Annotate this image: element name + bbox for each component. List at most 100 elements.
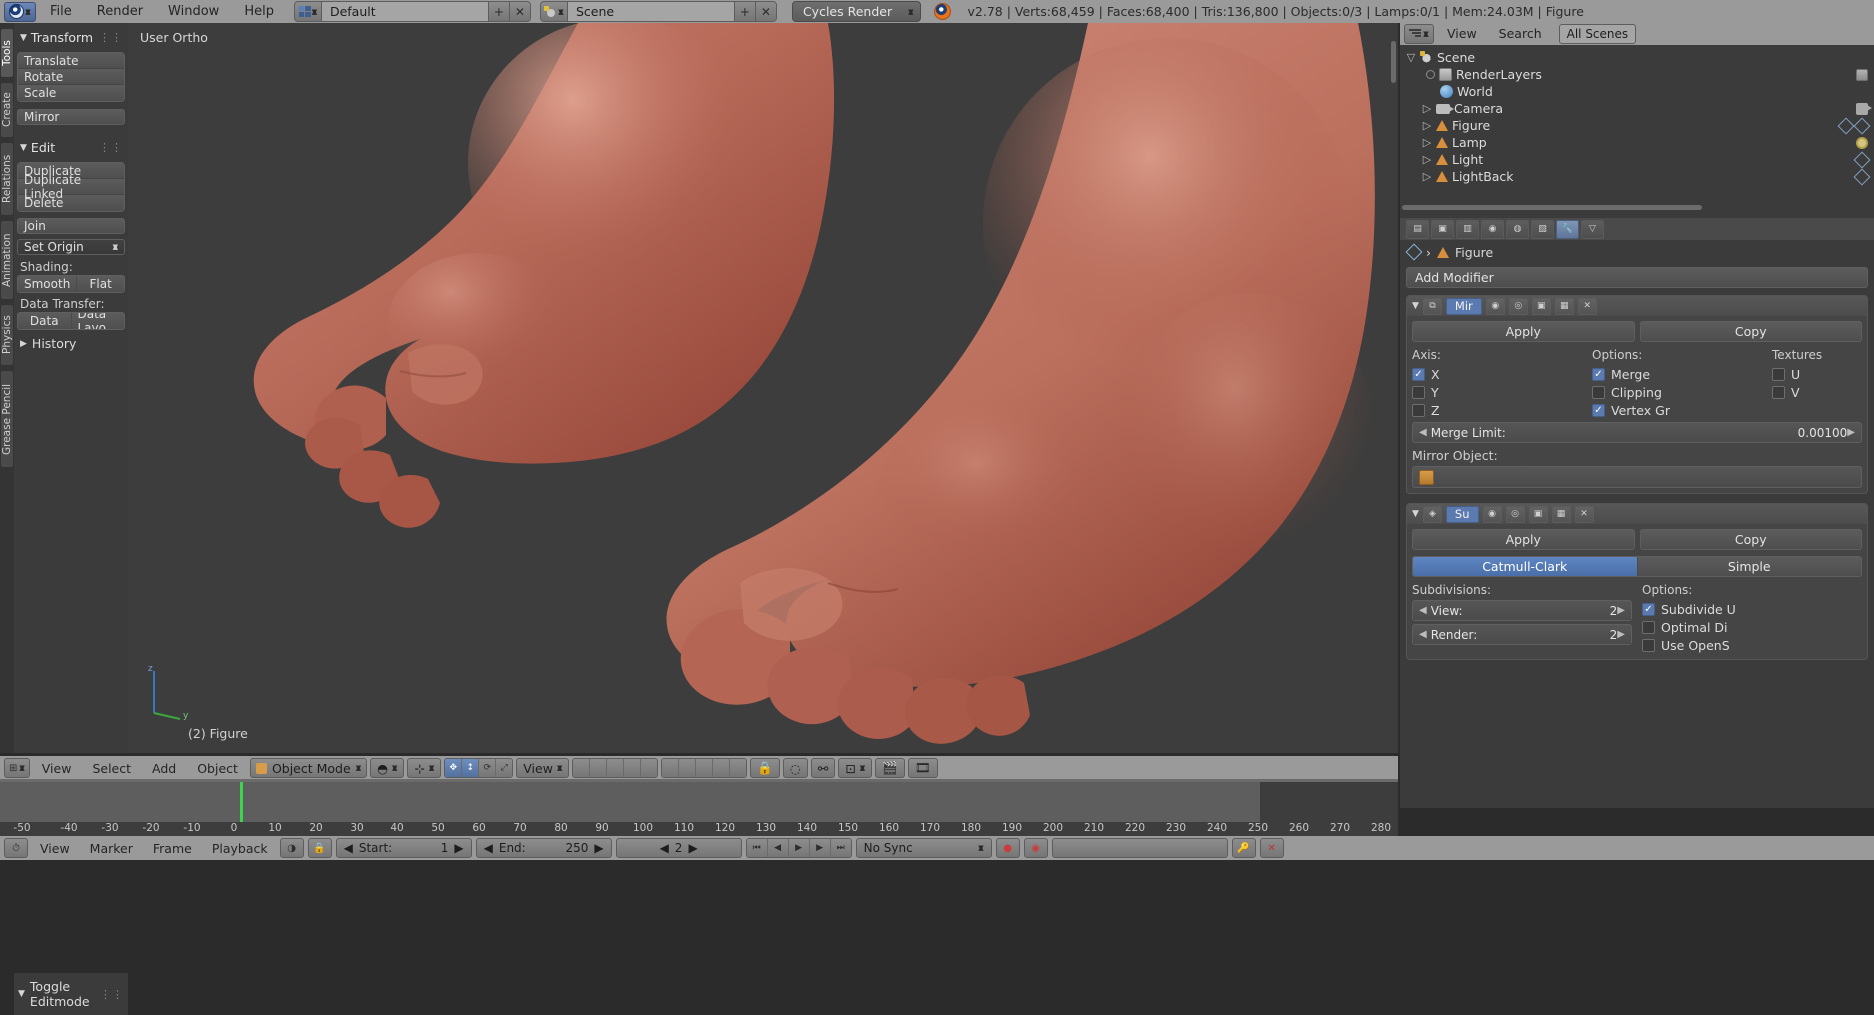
editor-type-icon[interactable]: ⏱ bbox=[4, 838, 28, 858]
translate-button[interactable]: Translate bbox=[18, 53, 124, 69]
timeline-menu-frame[interactable]: Frame bbox=[145, 841, 200, 856]
chevron-left-icon[interactable]: ◀ bbox=[1419, 427, 1427, 438]
scene-name-field[interactable]: Scene bbox=[567, 2, 735, 21]
outliner-scrollbar[interactable] bbox=[1402, 205, 1702, 210]
viewport-menu-select[interactable]: Select bbox=[83, 761, 140, 776]
axis-z-row[interactable]: Z bbox=[1412, 401, 1582, 419]
expander-icon[interactable]: ▷ bbox=[1422, 170, 1432, 183]
option-merge-row[interactable]: ✓ Merge bbox=[1592, 365, 1762, 383]
next-frame-icon[interactable]: ▶ bbox=[808, 839, 830, 857]
outliner-display-mode[interactable]: All Scenes bbox=[1558, 24, 1637, 44]
modifier-name-field[interactable]: Mir bbox=[1445, 297, 1482, 315]
timeline-scrollbar[interactable] bbox=[0, 779, 1398, 782]
layout-icon[interactable]: ▲ ▼ bbox=[294, 2, 322, 21]
merge-limit-field[interactable]: ◀ Merge Limit: 0.00100 ▶ bbox=[1412, 422, 1862, 443]
transform-panel-header[interactable]: ▼ Transform ⋮⋮ bbox=[17, 27, 125, 49]
scale-manipulator-icon[interactable]: ⤢ bbox=[495, 759, 513, 777]
outliner-row-lamp[interactable]: ▷ Lamp bbox=[1404, 134, 1874, 151]
current-frame-field[interactable]: ◀ 2 ▶ bbox=[615, 838, 742, 858]
chevron-left-icon[interactable]: ◀ bbox=[344, 841, 353, 855]
chevron-left-icon[interactable]: ◀ bbox=[1419, 605, 1427, 616]
join-button[interactable]: Join bbox=[17, 218, 125, 234]
checkbox-icon[interactable]: ✓ bbox=[1592, 367, 1605, 381]
screen-layout-selector[interactable]: ▲ ▼ Default + ✕ bbox=[293, 1, 531, 22]
outliner-row-camera[interactable]: ▷ Camera bbox=[1404, 100, 1874, 117]
mirror-apply-button[interactable]: Apply bbox=[1412, 321, 1635, 342]
tab-render-layers[interactable]: ▥ bbox=[1456, 219, 1479, 239]
chevron-down-icon[interactable]: ▼ bbox=[1412, 509, 1419, 519]
outliner-row-figure[interactable]: ▷ Figure bbox=[1404, 117, 1874, 134]
timeline-menu-view[interactable]: View bbox=[32, 841, 78, 856]
menu-help[interactable]: Help bbox=[233, 0, 285, 23]
rotate-button[interactable]: Rotate bbox=[18, 69, 124, 85]
option-use-opensubdiv-row[interactable]: Use OpenS bbox=[1642, 636, 1862, 654]
toggle-dot-icon[interactable] bbox=[1426, 70, 1435, 79]
chevron-left-icon[interactable]: ◀ bbox=[1419, 629, 1427, 640]
outliner-row-lightback[interactable]: ▷ LightBack bbox=[1404, 168, 1874, 185]
data-button[interactable]: Data bbox=[18, 313, 71, 329]
show-on-cage-icon[interactable]: ▦ bbox=[1551, 505, 1571, 523]
show-in-editmode-icon[interactable]: ▣ bbox=[1528, 505, 1548, 523]
tab-create[interactable]: Create bbox=[1, 83, 13, 137]
add-modifier-button[interactable]: Add Modifier bbox=[1406, 267, 1868, 288]
layer-4[interactable] bbox=[623, 759, 641, 777]
chevron-right-icon[interactable]: ▶ bbox=[454, 841, 463, 855]
chevron-right-icon[interactable]: ▶ bbox=[1847, 427, 1855, 438]
layer-6[interactable] bbox=[662, 759, 679, 777]
shade-smooth-button[interactable]: Smooth bbox=[18, 276, 77, 292]
translate-manipulator-icon[interactable]: ↕ bbox=[461, 759, 479, 777]
menu-file[interactable]: File bbox=[39, 0, 83, 23]
checkbox-icon[interactable] bbox=[1642, 638, 1655, 652]
scale-button[interactable]: Scale bbox=[18, 85, 124, 101]
simple-button[interactable]: Simple bbox=[1636, 557, 1861, 576]
data-layout-button[interactable]: Data Layo bbox=[70, 313, 124, 329]
record-keyframes-icon[interactable]: ● bbox=[995, 838, 1020, 858]
auto-keying-icon[interactable]: ◉ bbox=[1023, 838, 1048, 858]
layer-3[interactable] bbox=[606, 759, 624, 777]
snap-target-selector[interactable]: ⊡ ▲ ▼ bbox=[838, 758, 873, 778]
checkbox-icon[interactable] bbox=[1642, 620, 1655, 634]
layer-10[interactable] bbox=[729, 759, 747, 777]
rotate-manipulator-icon[interactable]: ⟳ bbox=[478, 759, 496, 777]
layer-8[interactable] bbox=[695, 759, 713, 777]
tab-modifiers[interactable]: 🔧 bbox=[1556, 219, 1579, 239]
tab-relations[interactable]: Relations bbox=[1, 143, 13, 215]
expander-icon[interactable]: ▽ bbox=[1406, 51, 1416, 64]
jump-end-icon[interactable]: ⏭ bbox=[829, 839, 851, 857]
end-frame-field[interactable]: ◀ End: 250 ▶ bbox=[475, 838, 612, 858]
layout-delete-button[interactable]: ✕ bbox=[509, 2, 530, 21]
viewport-scrollbar[interactable] bbox=[1391, 41, 1396, 83]
lock-scene-icon[interactable]: 🔒 bbox=[750, 758, 780, 778]
expander-icon[interactable]: ▷ bbox=[1422, 136, 1432, 149]
show-in-viewport-icon[interactable]: ◎ bbox=[1508, 297, 1528, 315]
expander-icon[interactable]: ▷ bbox=[1422, 102, 1432, 115]
layer-1[interactable] bbox=[573, 759, 590, 777]
layout-add-button[interactable]: + bbox=[488, 2, 510, 21]
show-in-editmode-icon[interactable]: ▣ bbox=[1531, 297, 1551, 315]
checkbox-icon[interactable] bbox=[1412, 385, 1425, 399]
render-opengl-icon[interactable]: 🎬 bbox=[875, 758, 905, 778]
checkbox-icon[interactable]: ✓ bbox=[1412, 367, 1425, 381]
option-clipping-row[interactable]: Clipping bbox=[1592, 383, 1762, 401]
subdiv-view-field[interactable]: ◀ View: 2 ▶ bbox=[1412, 600, 1632, 621]
tab-tools[interactable]: Tools bbox=[1, 29, 13, 77]
render-opengl-anim-icon[interactable]: 🎞 bbox=[907, 758, 938, 778]
checkbox-icon[interactable] bbox=[1772, 385, 1785, 399]
checkbox-icon[interactable] bbox=[1412, 403, 1425, 417]
checkbox-icon[interactable] bbox=[1592, 385, 1605, 399]
use-preview-range-icon[interactable]: ◑ bbox=[279, 838, 304, 858]
snap-magnet-icon[interactable]: ⚯ bbox=[810, 758, 836, 778]
tab-animation[interactable]: Animation bbox=[1, 221, 13, 299]
editor-type-icon[interactable]: ⊞ ▲ ▼ bbox=[4, 758, 30, 778]
layout-name-field[interactable]: Default bbox=[321, 2, 489, 21]
option-optimal-display-row[interactable]: Optimal Di bbox=[1642, 618, 1862, 636]
modifier-name-field[interactable]: Su bbox=[1445, 505, 1479, 523]
scene-add-button[interactable]: + bbox=[734, 2, 756, 21]
edit-panel-header[interactable]: ▼ Edit ⋮⋮ bbox=[17, 137, 125, 159]
interaction-mode-selector[interactable]: Object Mode ▲ ▼ bbox=[249, 758, 368, 778]
play-reverse-icon[interactable]: ◀ bbox=[766, 839, 788, 857]
scene-icon[interactable]: ▲ ▼ bbox=[540, 2, 568, 21]
catmull-clark-button[interactable]: Catmull-Clark bbox=[1413, 557, 1637, 576]
manipulator-toggle-icon[interactable]: ✥ bbox=[445, 759, 462, 777]
outliner-row-renderlayers[interactable]: RenderLayers bbox=[1404, 66, 1874, 83]
